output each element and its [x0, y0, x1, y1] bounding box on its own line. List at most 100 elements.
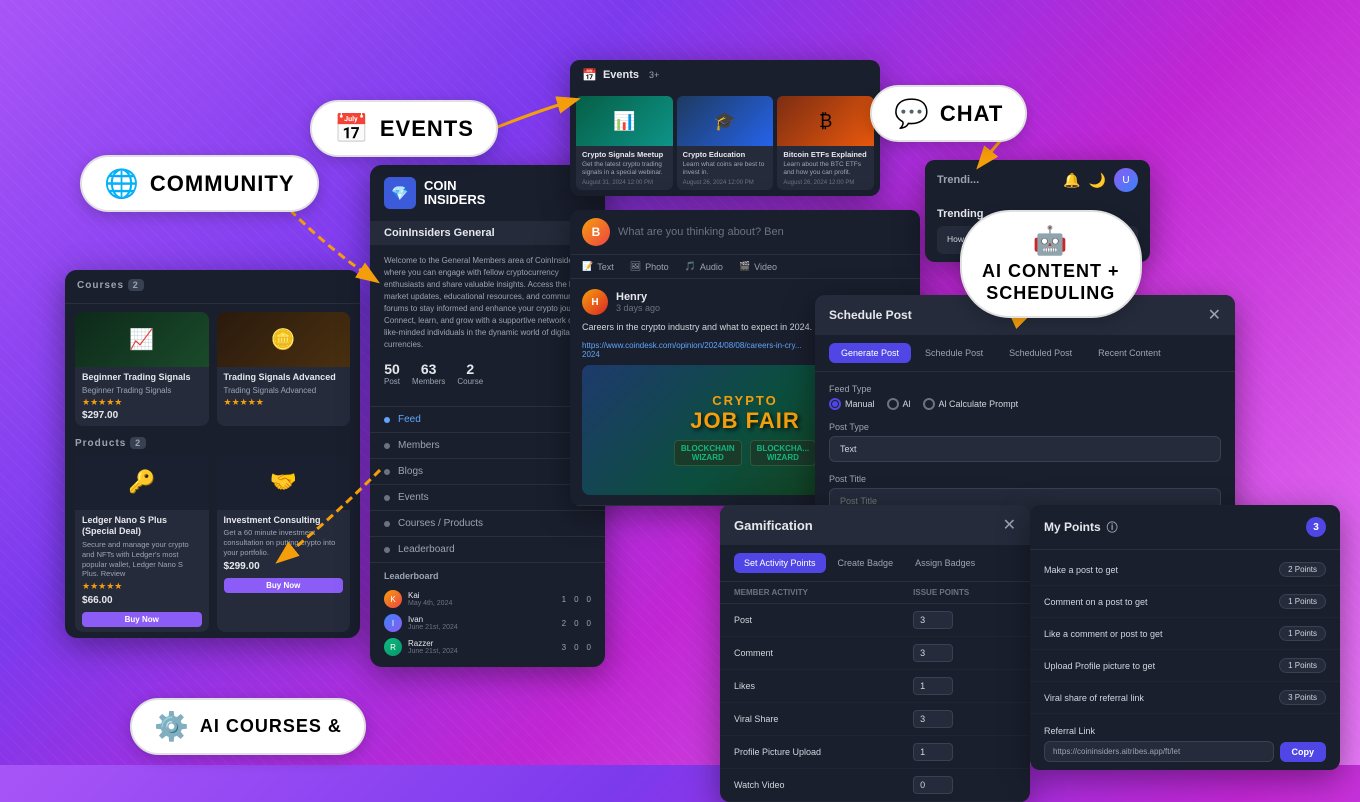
copy-referral-btn[interactable]: Copy	[1280, 742, 1327, 762]
schedule-tab-recent[interactable]: Recent Content	[1086, 343, 1173, 363]
theme-icon[interactable]: 🌙	[1089, 172, 1106, 189]
points-input-profile-pic[interactable]	[913, 743, 953, 761]
points-list: Make a post to get 2 Points Comment on a…	[1030, 550, 1340, 718]
ai-content-label: AI CONTENT +SCHEDULING	[982, 261, 1120, 304]
nav-members-dot	[384, 443, 390, 449]
points-watch-video	[899, 769, 1030, 802]
radio-ai-prompt-dot	[923, 398, 935, 410]
course-card-1[interactable]: 📈 Beginner Trading Signals Beginner Trad…	[75, 312, 209, 426]
products-count: 2	[130, 437, 146, 449]
radio-manual-label: Manual	[845, 399, 875, 409]
points-input-comment[interactable]	[913, 644, 953, 662]
stat-posts-num: 50	[384, 361, 400, 377]
event1-date: August 31, 2024 12:00 PM	[582, 180, 667, 186]
activity-viral-share: Viral Share	[720, 703, 899, 736]
points-row-post: Make a post to get 2 Points	[1030, 554, 1340, 586]
leaderboard-title: Leaderboard	[384, 571, 591, 581]
chat-badge: 💬 CHAT	[870, 85, 1027, 142]
feed-action-video[interactable]: 🎬 Video	[739, 261, 777, 272]
gamification-tabs: Set Activity Points Create Badge Assign …	[720, 545, 1030, 582]
lb-avatar-2: I	[384, 614, 402, 632]
schedule-tab-scheduled[interactable]: Scheduled Post	[997, 343, 1084, 363]
event3-date: August 26, 2024 12:00 PM	[783, 180, 868, 186]
points-comment-value: 1 Points	[1279, 594, 1326, 609]
points-like-label: Like a comment or post to get	[1044, 629, 1163, 639]
points-input-watch-video[interactable]	[913, 776, 953, 794]
points-input-post[interactable]	[913, 611, 953, 629]
product-card-1[interactable]: 🔑 Ledger Nano S Plus (Special Deal) Secu…	[75, 455, 209, 632]
ai-content-badge: 🤖 AI CONTENT +SCHEDULING	[960, 210, 1142, 318]
notification-icon[interactable]: 🔔	[1063, 172, 1080, 189]
chat-top-bar: Trendi... 🔔 🌙 U	[925, 160, 1150, 200]
stat-members-label: Members	[412, 377, 445, 386]
table-row: Post	[720, 604, 1030, 637]
radio-ai[interactable]: Al	[887, 398, 911, 410]
nav-members-label: Members	[398, 440, 440, 451]
chat-label: CHAT	[940, 101, 1003, 127]
logo-main: COININSIDERS	[424, 179, 485, 208]
radio-ai-label: Al	[903, 399, 911, 409]
post-author-name: Henry	[616, 291, 660, 303]
course2-title: Trading Signals Advanced	[224, 372, 344, 384]
gamification-tab-badge[interactable]: Create Badge	[828, 553, 904, 573]
activity-post: Post	[720, 604, 899, 637]
feed-compose-placeholder[interactable]: What are you thinking about? Ben	[618, 226, 908, 238]
event-card-2[interactable]: 🎓 Crypto Education Learn what coins are …	[677, 96, 774, 190]
nav-leaderboard[interactable]: Leaderboard	[370, 537, 605, 563]
points-input-likes[interactable]	[913, 677, 953, 695]
nav-events-dot	[384, 495, 390, 501]
course1-sub: Beginner Trading Signals	[82, 386, 202, 395]
event1-body: Crypto Signals Meetup Get the latest cry…	[576, 146, 673, 190]
referral-url-input[interactable]	[1044, 741, 1274, 762]
feed-action-audio[interactable]: 🎵 Audio	[685, 261, 723, 272]
products-label: Products 2	[75, 438, 350, 449]
post-image-jobfair: JOB FAIR	[674, 408, 816, 434]
events-label: EVENTS	[380, 116, 474, 142]
feed-action-text[interactable]: 📝 Text	[582, 261, 614, 272]
schedule-tab-schedule[interactable]: Schedule Post	[913, 343, 995, 363]
points-post	[899, 604, 1030, 637]
stat-courses-label: Course	[457, 377, 483, 386]
post-type-select[interactable]: Text Photo Video	[829, 436, 1221, 462]
gamification-close-btn[interactable]: ✕	[1003, 515, 1016, 535]
event3-desc: Learn about the BTC ETFs and how you can…	[783, 161, 868, 178]
points-input-viral[interactable]	[913, 710, 953, 728]
course-card-2[interactable]: 🪙 Trading Signals Advanced Trading Signa…	[217, 312, 351, 426]
radio-ai-prompt[interactable]: Al Calculate Prompt	[923, 398, 1019, 410]
gamification-header: Gamification ✕	[720, 505, 1030, 545]
product1-buy-btn[interactable]: Buy Now	[82, 612, 202, 627]
product2-buy-btn[interactable]: Buy Now	[224, 578, 344, 593]
gamification-tab-activity[interactable]: Set Activity Points	[734, 553, 826, 573]
product2-body: Investment Consulting Get a 60 minute in…	[217, 510, 351, 598]
points-info-icon: ⓘ	[1107, 519, 1118, 535]
event-card-3[interactable]: ₿ Bitcoin ETFs Explained Learn about the…	[777, 96, 874, 190]
logo-diamond: 💎	[384, 177, 416, 209]
schedule-close-icon[interactable]: ✕	[1208, 305, 1221, 325]
logo-info: COININSIDERS	[424, 179, 485, 208]
event2-desc: Learn what coins are best to invest in.	[683, 161, 768, 178]
table-row: Viral Share	[720, 703, 1030, 736]
nav-feed-label: Feed	[398, 414, 421, 425]
course2-image: 🪙	[217, 312, 351, 367]
stat-courses: 2 Course	[457, 361, 483, 386]
lb-row-1: K Kai May 4th, 2024 1 0 0	[384, 587, 591, 611]
nav-courses[interactable]: Courses / Products	[370, 511, 605, 537]
course1-body: Beginner Trading Signals Beginner Tradin…	[75, 367, 209, 426]
event2-img: 🎓	[677, 96, 774, 146]
event-card-1[interactable]: 📊 Crypto Signals Meetup Get the latest c…	[576, 96, 673, 190]
points-make-post-value: 2 Points	[1279, 562, 1326, 577]
points-viral-value: 3 Points	[1279, 690, 1326, 705]
product-card-2[interactable]: 🤝 Investment Consulting Get a 60 minute …	[217, 455, 351, 632]
table-row: Comment	[720, 637, 1030, 670]
points-title: My Points ⓘ	[1044, 519, 1118, 535]
radio-manual[interactable]: Manual	[829, 398, 875, 410]
table-row: Likes	[720, 670, 1030, 703]
points-header: My Points ⓘ 3	[1030, 505, 1340, 550]
gamification-tab-assign[interactable]: Assign Badges	[905, 553, 985, 573]
feed-user-avatar: B	[582, 218, 610, 246]
schedule-tab-generate[interactable]: Generate Post	[829, 343, 911, 363]
feed-action-photo[interactable]: 🖼 Photo	[630, 261, 669, 272]
ai-courses-badge: ⚙️ AI COURSES &	[130, 698, 366, 755]
stat-members: 63 Members	[412, 361, 445, 386]
gamification-table: MEMBER ACTIVITY ISSUE POINTS Post Commen…	[720, 582, 1030, 802]
